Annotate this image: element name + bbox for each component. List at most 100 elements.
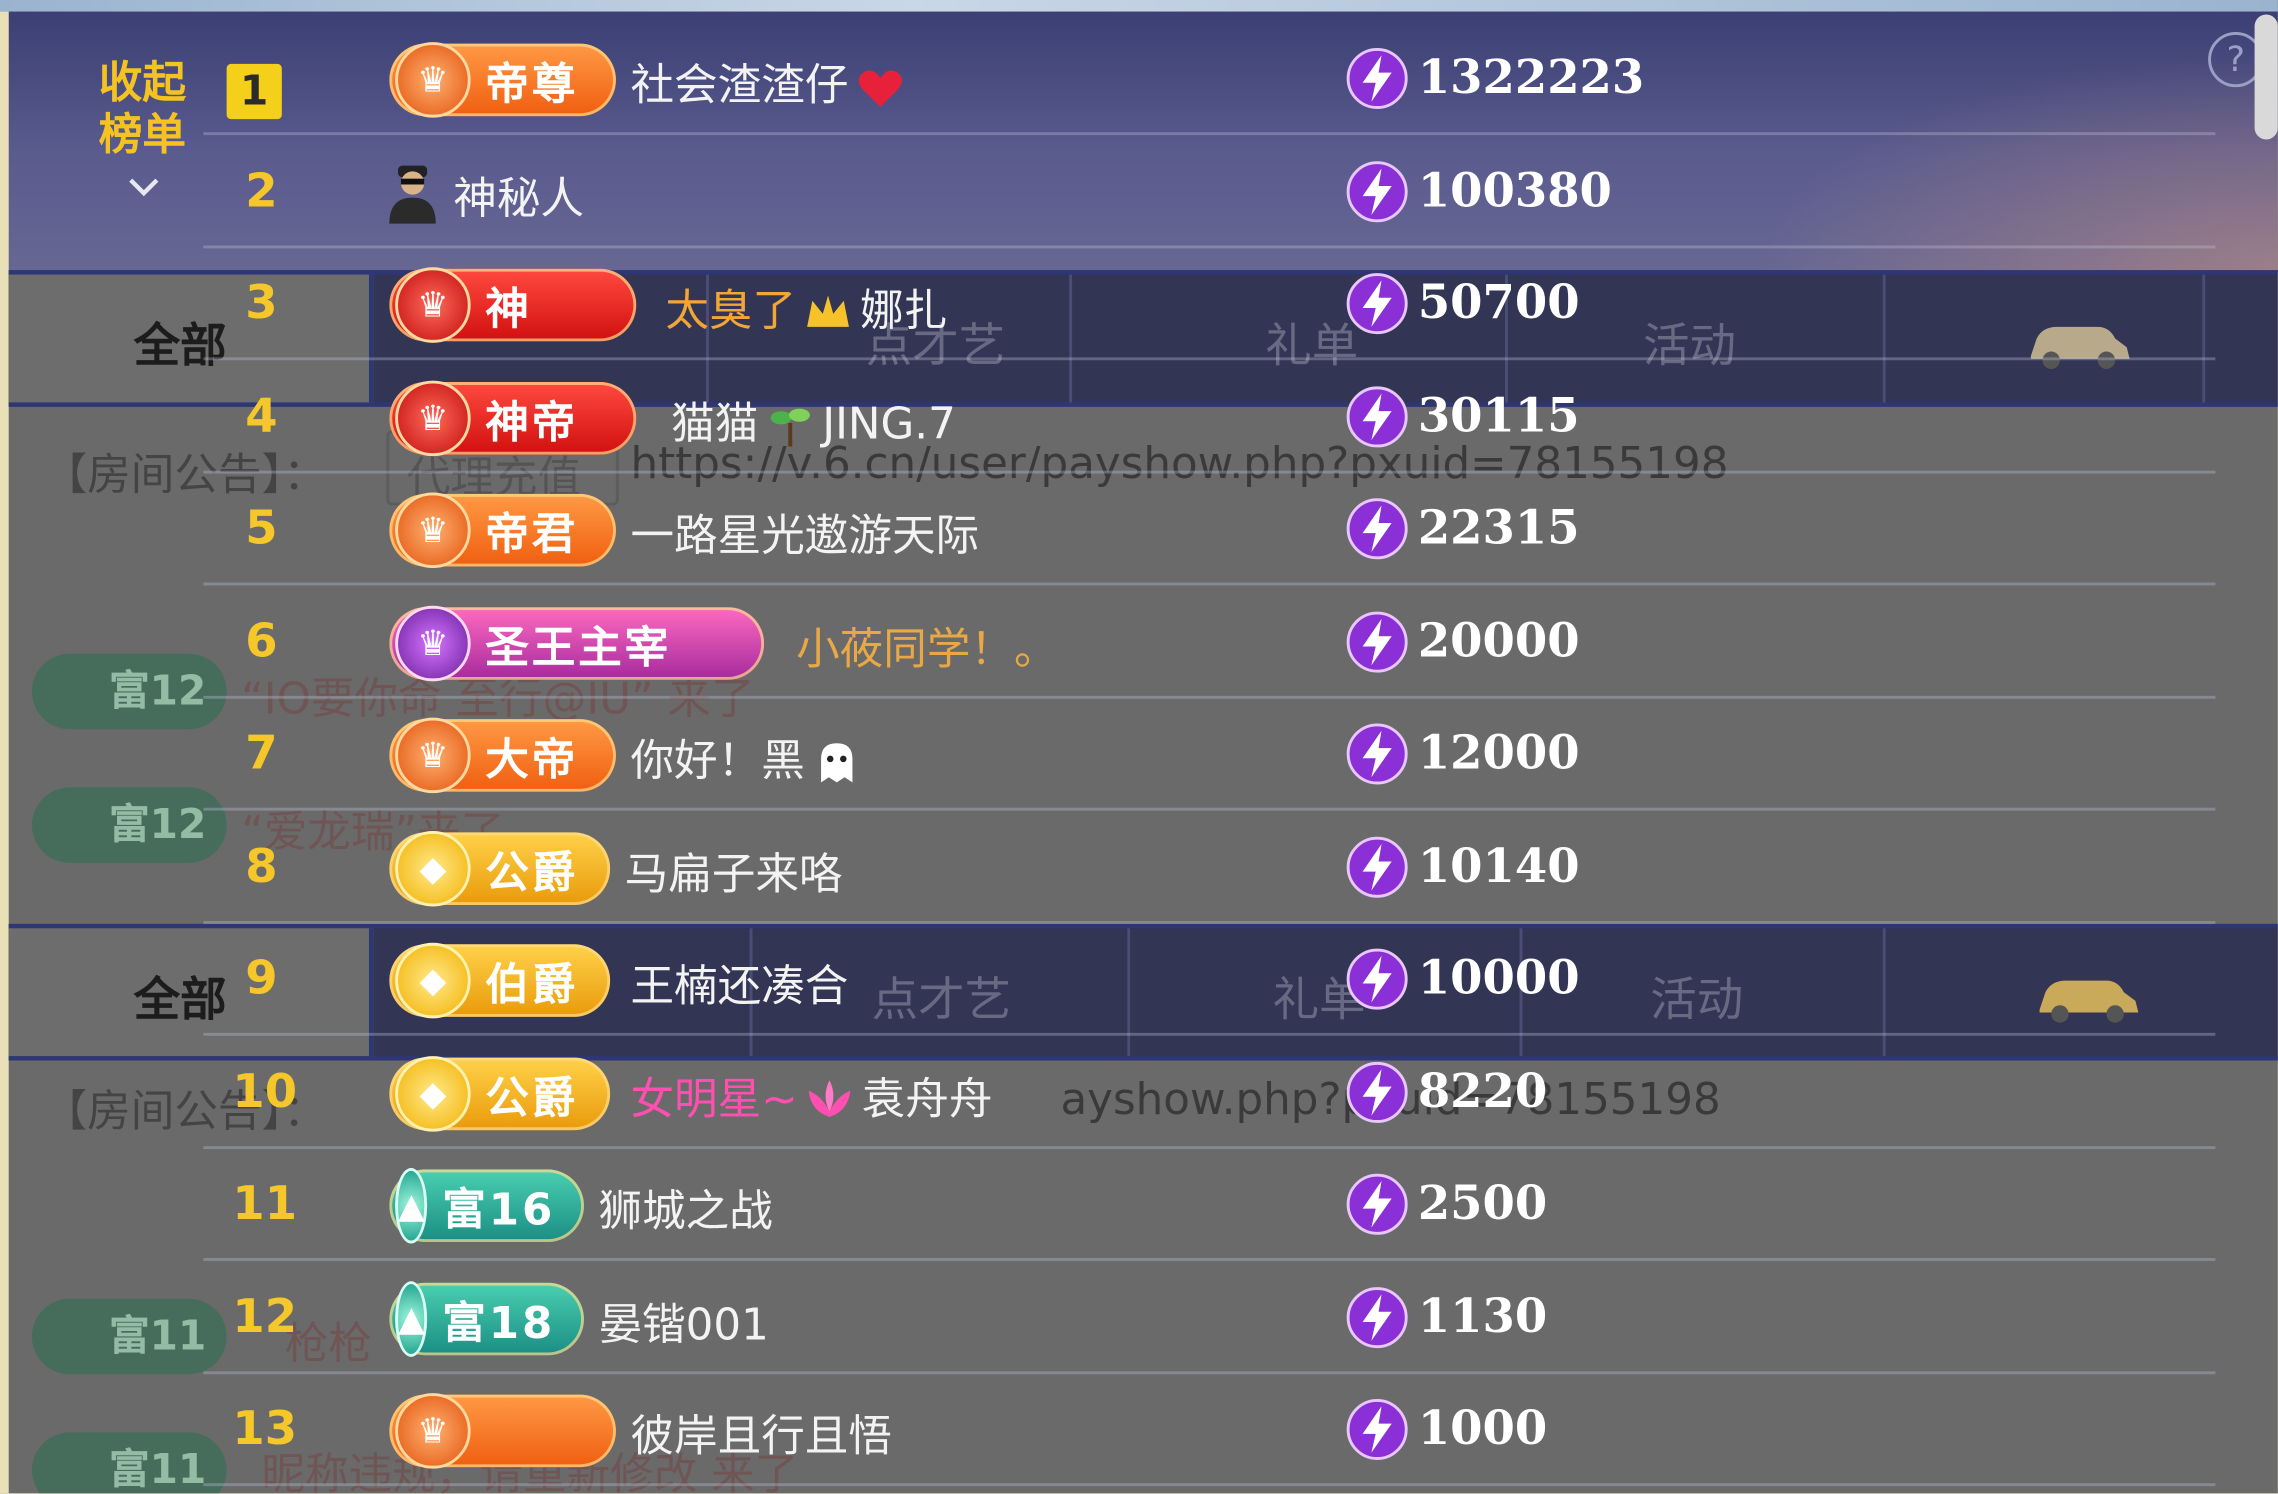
badge-emblem-icon: ◆	[395, 942, 471, 1019]
rank-number: 3	[245, 274, 278, 330]
ranking-row[interactable]: 8 ◆ 公爵 马扁子来咯 10140	[203, 811, 2216, 924]
contribution-score: 10140	[1417, 837, 1580, 893]
noble-badge[interactable]: ◆ 伯爵	[389, 942, 611, 1019]
username[interactable]: 你好！黑	[630, 725, 868, 790]
chevron-down-icon[interactable]	[125, 169, 163, 207]
badge-label: 公爵	[485, 1072, 579, 1124]
contribution-score: 30115	[1417, 387, 1580, 443]
username[interactable]: 神秘人	[453, 162, 584, 226]
badge-emblem-icon: ♛	[395, 267, 471, 343]
row-divider	[203, 1258, 2216, 1261]
lightning-coin-icon	[1346, 498, 1408, 560]
noble-badge[interactable]: ▲ 富16	[389, 1167, 584, 1244]
username[interactable]: 晏锴001	[599, 1288, 769, 1352]
username[interactable]: 彼岸且行且悟	[630, 1400, 891, 1464]
heart-icon	[858, 69, 903, 107]
username[interactable]: 猫猫 JING.7	[671, 387, 956, 452]
rank-number: 13	[232, 1400, 298, 1456]
lightning-coin-icon	[1346, 273, 1408, 335]
username[interactable]: 一路星光遨游天际	[630, 500, 979, 564]
username-text: 你好！黑	[630, 736, 805, 788]
badge-label: 大帝	[485, 735, 579, 786]
badge-label: 帝君	[485, 509, 579, 561]
noble-badge[interactable]: ◆ 公爵	[389, 1055, 611, 1131]
contribution-score: 12000	[1417, 724, 1580, 781]
badge-label: 富16	[442, 1185, 556, 1237]
rank-number: 7	[245, 724, 278, 781]
rank-number: 12	[232, 1287, 298, 1344]
username-text: 神秘人	[453, 173, 584, 225]
lightning-coin-icon	[1346, 1286, 1408, 1348]
ranking-row[interactable]: 10 ◆ 公爵 女明星~ 袁舟舟 8220	[203, 1037, 2216, 1149]
noble-badge[interactable]: ♛ 圣王主宰	[389, 605, 765, 681]
ghost-rich-badge: 富12	[31, 787, 227, 863]
ranking-row[interactable]: 11 ▲ 富16 狮城之战 2500	[203, 1149, 2216, 1261]
row-divider	[203, 244, 2216, 248]
row-divider	[203, 920, 2216, 924]
ranking-row[interactable]: 3 ♛ 神太臭了 娜扎 50700	[203, 248, 2216, 361]
noble-badge[interactable]: ♛ 神	[389, 267, 637, 343]
ranking-row[interactable]: 6 ♛ 圣王主宰 小莜同学！。 20000	[203, 586, 2216, 699]
noble-badge[interactable]: ♛ 帝君	[389, 492, 616, 569]
left-edge	[0, 11, 9, 1494]
ranking-overlay: 全部 点才艺 礼单 活动 全部 点才艺 礼单 活动 【房间公告】： 代理充值 h…	[0, 0, 2278, 1494]
row-divider	[203, 1370, 2216, 1374]
ranking-row[interactable]: 12 ▲ 富18 晏锴001 1130	[203, 1262, 2216, 1374]
badge-label: 帝尊	[485, 59, 579, 111]
username-suffix: JING.7	[822, 398, 956, 450]
badge-label: 富18	[442, 1297, 556, 1349]
badge-label: 圣王主宰	[485, 622, 672, 674]
username[interactable]: 女明星~ 袁舟舟	[630, 1063, 992, 1128]
username[interactable]: 王楠还凑合	[630, 950, 848, 1014]
ghost-rich-badge: 富12	[31, 653, 227, 730]
username-text: 彼岸且行且悟	[630, 1412, 892, 1463]
ghost-rich-badge: 富11	[31, 1432, 227, 1494]
ranking-row[interactable]: 2 神秘人 100380	[203, 136, 2216, 248]
lightning-coin-icon	[1346, 723, 1408, 785]
lightning-coin-icon	[1346, 610, 1408, 672]
username[interactable]: 马扁子来咯	[625, 837, 843, 901]
username[interactable]: 社会渣渣仔	[630, 49, 912, 114]
noble-badge[interactable]: ♛	[389, 1393, 616, 1469]
row-divider	[203, 469, 2216, 473]
lightning-coin-icon	[1346, 385, 1408, 447]
collapse-ranking-button[interactable]: 收起榜单	[84, 58, 200, 163]
noble-badge[interactable]: ◆ 公爵	[389, 830, 611, 906]
badge-label: 伯爵	[485, 960, 579, 1012]
badge-emblem-icon: ♛	[395, 605, 471, 681]
lightning-coin-icon	[1346, 948, 1408, 1010]
rank-number: 2	[245, 161, 278, 218]
badge-emblem-icon: ♛	[395, 1393, 471, 1469]
ranking-row[interactable]: 13 ♛ 彼岸且行且悟 1000	[203, 1374, 2216, 1487]
username[interactable]: 狮城之战	[599, 1175, 773, 1239]
username-text: 狮城之战	[598, 1186, 773, 1238]
noble-badge[interactable]: ♛ 大帝	[389, 717, 616, 794]
ranking-row[interactable]: 4 ♛ 神帝 猫猫 JING.7 30115	[203, 361, 2216, 473]
badge-label: 神	[485, 284, 532, 336]
ranking-row[interactable]: 1 ♛ 帝尊 社会渣渣仔 1322223	[203, 23, 2216, 136]
badge-label: 公爵	[485, 847, 579, 899]
username-text: 王楠还凑合	[630, 961, 849, 1013]
username[interactable]: 小莜同学！。	[796, 612, 1057, 676]
noble-badge[interactable]: ♛ 神帝	[389, 379, 637, 456]
scrollbar-thumb[interactable]	[2254, 14, 2278, 140]
lightning-coin-icon	[1346, 160, 1408, 222]
rank-number: 9	[245, 950, 278, 1006]
row-divider	[203, 1145, 2216, 1149]
ranking-row[interactable]: 9 ◆ 伯爵 王楠还凑合 10000	[203, 924, 2216, 1036]
ranking-row[interactable]: 7 ♛ 大帝 你好！黑 12000	[203, 699, 2216, 811]
noble-badge[interactable]: ♛ 帝尊	[389, 42, 616, 118]
badge-emblem-icon: ▲	[395, 1280, 428, 1357]
row-divider	[203, 807, 2216, 811]
username[interactable]: 太臭了 娜扎	[665, 275, 947, 340]
contribution-score: 1130	[1417, 1287, 1548, 1344]
badge-emblem-icon: ♛	[395, 42, 471, 118]
row-divider	[203, 1032, 2216, 1036]
rank-number: 1	[226, 63, 282, 120]
username-suffix: 袁舟舟	[861, 1074, 993, 1126]
contribution-score: 100380	[1417, 161, 1612, 218]
lightning-coin-icon	[1346, 1398, 1408, 1460]
noble-badge[interactable]: ▲ 富18	[389, 1280, 584, 1357]
contribution-score: 50700	[1417, 274, 1580, 330]
ranking-row[interactable]: 5 ♛ 帝君 一路星光遨游天际 22315	[203, 474, 2216, 586]
